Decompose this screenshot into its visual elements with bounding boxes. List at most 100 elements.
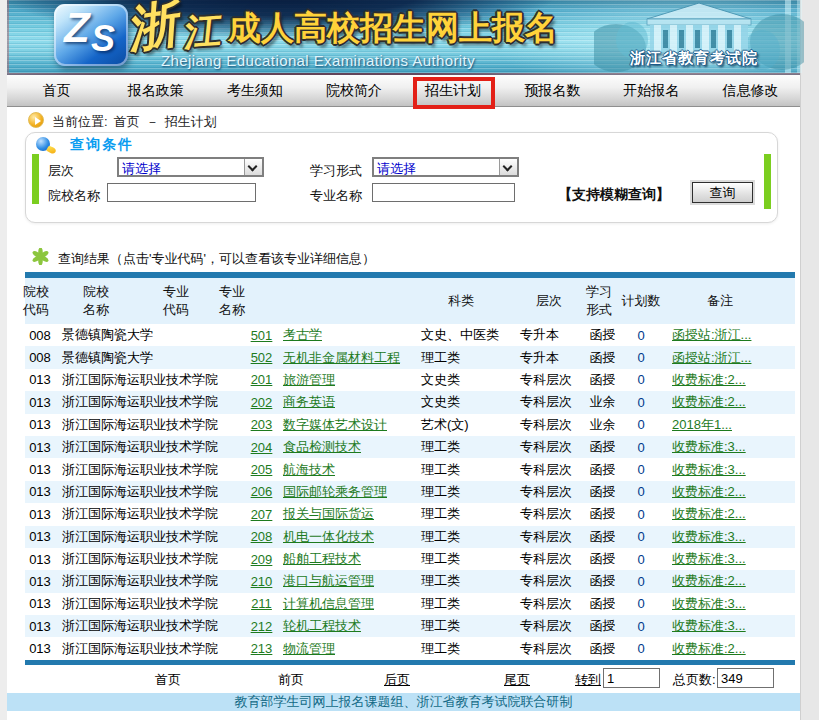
- major-name-link[interactable]: 考古学: [283, 327, 322, 342]
- major-name-link[interactable]: 机电一体化技术: [283, 529, 374, 544]
- goto-page-label[interactable]: 转到: [575, 671, 601, 689]
- cell-plan-count: 0: [620, 596, 662, 611]
- nav-item[interactable]: 报名政策: [106, 75, 205, 106]
- major-code-link[interactable]: 501: [251, 328, 273, 343]
- title-rest: 成人高校招生网上报名: [228, 11, 558, 44]
- cell-plan-count: 0: [620, 574, 662, 589]
- major-name-link[interactable]: 无机非金属材料工程: [283, 350, 400, 365]
- major-name-link[interactable]: 轮机工程技术: [283, 618, 361, 633]
- major-code-link[interactable]: 209: [251, 552, 273, 567]
- remark-link[interactable]: 收费标准:3...: [672, 618, 746, 633]
- level-label: 层次: [48, 162, 74, 180]
- remark-link[interactable]: 2018年1...: [672, 417, 732, 432]
- table-row: 013 浙江国际海运职业技术学院 210 港口与航运管理 理工类 专科层次 函授…: [25, 570, 795, 592]
- college-name-label: 院校名称: [48, 187, 100, 205]
- results-caption: 查询结果（点击'专业代码'，可以查看该专业详细信息）: [58, 250, 375, 268]
- major-code-link[interactable]: 204: [251, 440, 273, 455]
- major-name-link[interactable]: 食品检测技术: [283, 439, 361, 454]
- cell-college-name: 浙江国际海运职业技术学院: [55, 572, 245, 590]
- remark-link[interactable]: 收费标准:3...: [672, 596, 746, 611]
- remark-link[interactable]: 收费标准:2...: [672, 372, 746, 387]
- major-code-link[interactable]: 202: [251, 395, 273, 410]
- total-pages-input[interactable]: [717, 668, 774, 688]
- cell-study-form: 函授: [585, 371, 620, 389]
- nav-item[interactable]: 院校简介: [304, 75, 403, 106]
- highlight-annotation-box: [413, 77, 495, 109]
- cell-level: 专科层次: [515, 483, 585, 501]
- remark-link[interactable]: 收费标准:2...: [672, 394, 746, 409]
- remark-link[interactable]: 收费标准:2...: [672, 573, 746, 588]
- major-name-label: 专业名称: [310, 187, 362, 205]
- major-name-link[interactable]: 港口与航运管理: [283, 573, 374, 588]
- major-code-link[interactable]: 207: [251, 507, 273, 522]
- cell-college-name: 浙江国际海运职业技术学院: [55, 505, 245, 523]
- major-name-link[interactable]: 航海技术: [283, 462, 335, 477]
- major-code-link[interactable]: 212: [251, 619, 273, 634]
- agency-name: 浙江省教育考试院: [630, 49, 758, 68]
- major-name-link[interactable]: 物流管理: [283, 641, 335, 656]
- cell-college-code: 013: [25, 372, 55, 387]
- remark-link[interactable]: 收费标准:2...: [672, 641, 746, 656]
- cell-level: 专科层次: [515, 371, 585, 389]
- major-name-link[interactable]: 商务英语: [283, 394, 335, 409]
- nav-item[interactable]: 开始报名: [602, 75, 701, 106]
- nav-item[interactable]: 考生须知: [205, 75, 304, 106]
- nav-item[interactable]: 信息修改: [701, 75, 800, 106]
- level-select[interactable]: 请选择: [117, 157, 264, 177]
- goto-page-input[interactable]: [603, 668, 660, 688]
- chevron-down-icon[interactable]: [499, 159, 517, 175]
- remark-link[interactable]: 收费标准:3...: [672, 462, 746, 477]
- chevron-down-icon[interactable]: [244, 159, 262, 175]
- header-major-name: 专业名称: [217, 283, 247, 319]
- header-major-code: 专业代码: [161, 283, 191, 319]
- asterisk-icon: [32, 248, 49, 265]
- major-code-link[interactable]: 210: [251, 574, 273, 589]
- remark-link[interactable]: 收费标准:3...: [672, 551, 746, 566]
- remark-link[interactable]: 函授站:浙江...: [672, 327, 751, 342]
- major-code-link[interactable]: 205: [251, 462, 273, 477]
- cell-category: 理工类: [415, 483, 515, 501]
- fuzzy-search-hint: 【支持模糊查询】: [558, 186, 670, 204]
- nav-item[interactable]: 首页: [7, 75, 106, 106]
- cell-level: 专科层次: [515, 572, 585, 590]
- major-name-link[interactable]: 国际邮轮乘务管理: [283, 484, 387, 499]
- major-code-link[interactable]: 203: [251, 417, 273, 432]
- remark-link[interactable]: 收费标准:3...: [672, 439, 746, 454]
- table-row: 013 浙江国际海运职业技术学院 206 国际邮轮乘务管理 理工类 专科层次 函…: [25, 481, 795, 503]
- major-code-link[interactable]: 502: [251, 350, 273, 365]
- remark-link[interactable]: 函授站:浙江...: [672, 350, 751, 365]
- table-row: 013 浙江国际海运职业技术学院 211 计算机信息管理 理工类 专科层次 函授…: [25, 593, 795, 615]
- cell-category: 文史类: [415, 393, 515, 411]
- college-name-input[interactable]: [107, 183, 256, 202]
- header-remark: 备注: [707, 292, 733, 310]
- cell-plan-count: 0: [620, 552, 662, 567]
- remark-link[interactable]: 收费标准:2...: [672, 506, 746, 521]
- right-margin-scroll-area: [800, 0, 819, 720]
- major-code-link[interactable]: 206: [251, 484, 273, 499]
- page-first[interactable]: 首页: [155, 671, 181, 689]
- major-code-link[interactable]: 201: [251, 372, 273, 387]
- nav-item[interactable]: 预报名数: [503, 75, 602, 106]
- page-next[interactable]: 后页: [384, 671, 410, 689]
- major-name-link[interactable]: 旅游管理: [283, 372, 335, 387]
- major-code-link[interactable]: 208: [251, 529, 273, 544]
- major-name-link[interactable]: 数字媒体艺术设计: [283, 417, 387, 432]
- major-code-link[interactable]: 211: [251, 596, 272, 611]
- study-form-select[interactable]: 请选择: [372, 157, 519, 177]
- remark-link[interactable]: 收费标准:3...: [672, 529, 746, 544]
- major-name-link[interactable]: 船舶工程技术: [283, 551, 361, 566]
- breadcrumb-home: 首页: [114, 114, 140, 129]
- header-plan-count: 计划数: [622, 292, 661, 310]
- search-button[interactable]: 查询: [692, 182, 753, 203]
- major-code-link[interactable]: 213: [251, 641, 273, 656]
- remark-link[interactable]: 收费标准:2...: [672, 484, 746, 499]
- cell-level: 专升本: [515, 326, 585, 344]
- page-last[interactable]: 尾页: [504, 671, 530, 689]
- major-name-input[interactable]: [372, 183, 515, 202]
- table-body: 008 景德镇陶瓷大学 501 考古学 文史、中医类 专升本 函授 0 函授站:…: [25, 324, 795, 660]
- page-prev[interactable]: 前页: [278, 671, 304, 689]
- cell-category: 理工类: [415, 438, 515, 456]
- major-name-link[interactable]: 报关与国际货运: [283, 506, 374, 521]
- cell-level: 专科层次: [515, 595, 585, 613]
- major-name-link[interactable]: 计算机信息管理: [283, 596, 374, 611]
